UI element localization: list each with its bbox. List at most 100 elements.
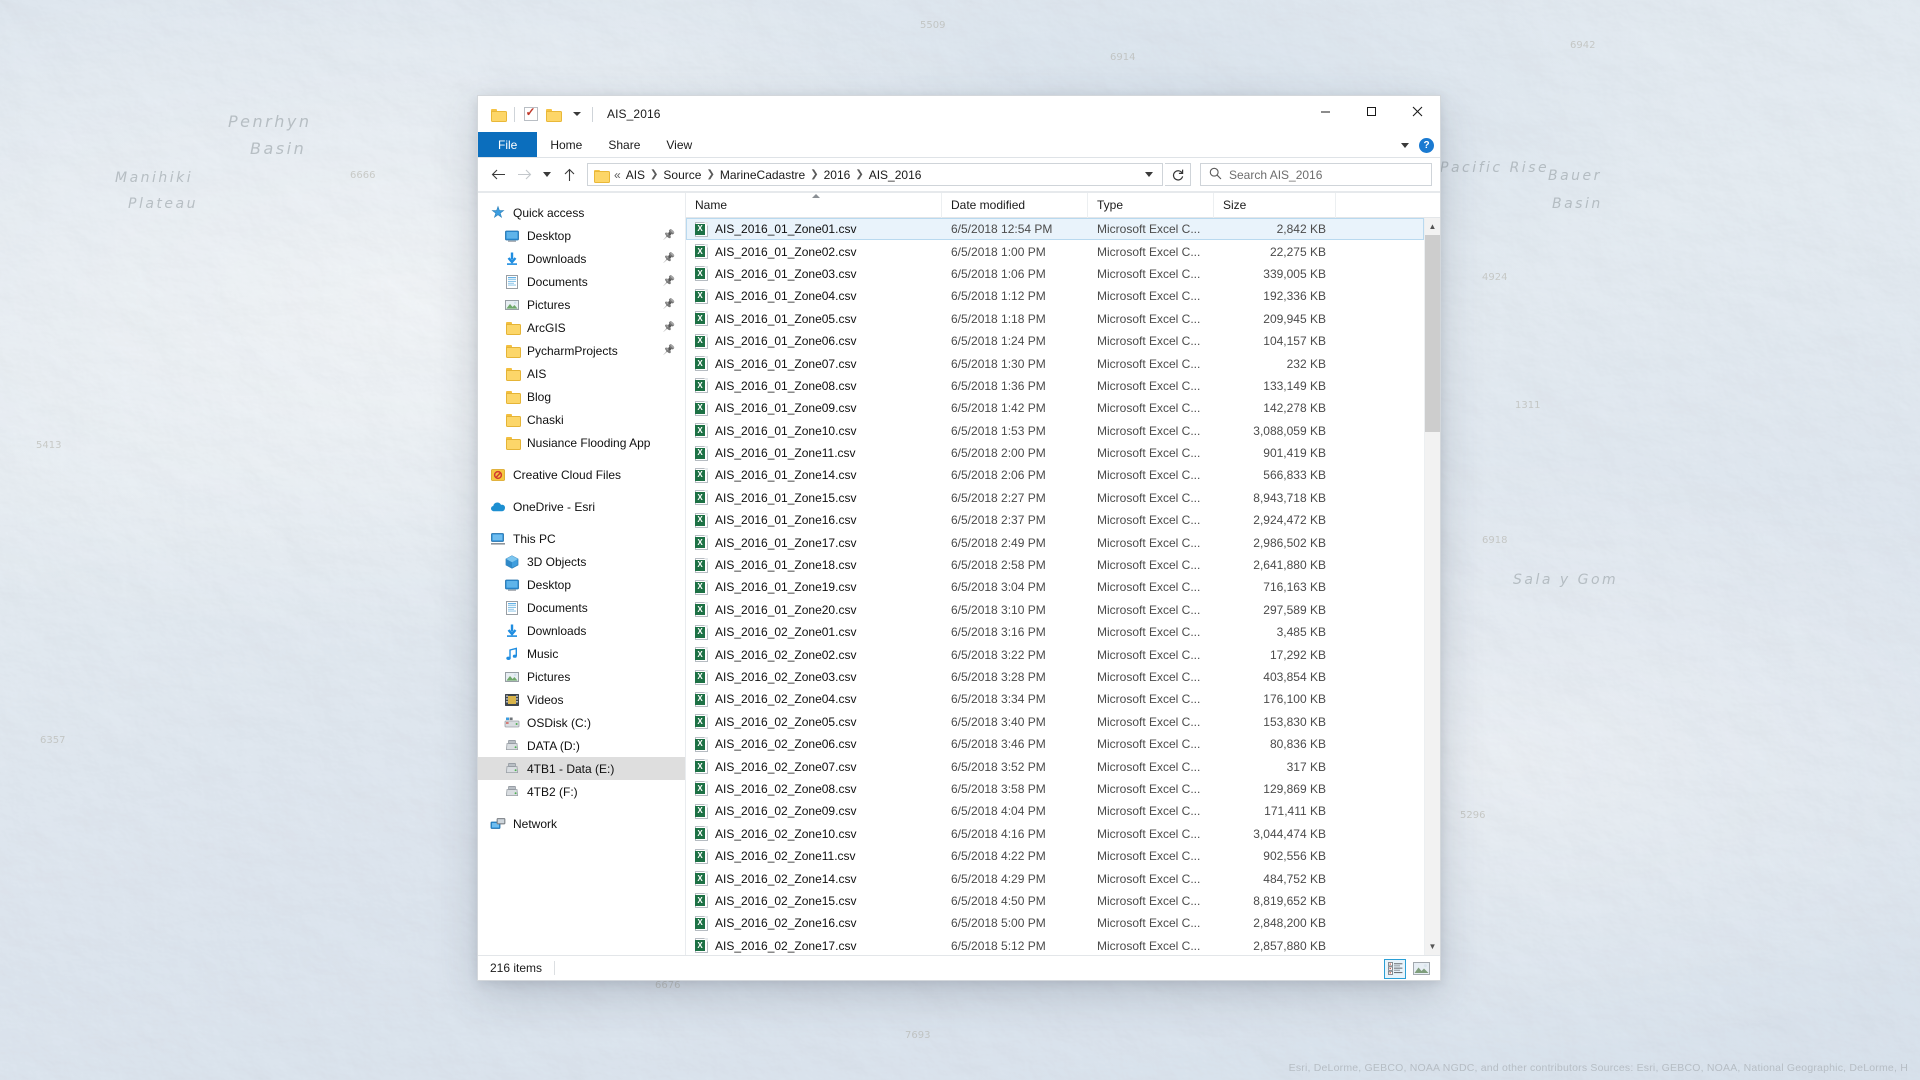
table-row[interactable]: XAIS_2016_02_Zone04.csv6/5/2018 3:34 PMM…	[686, 688, 1424, 710]
table-row[interactable]: XAIS_2016_01_Zone10.csv6/5/2018 1:53 PMM…	[686, 420, 1424, 442]
scroll-down-icon[interactable]: ▼	[1425, 938, 1440, 955]
file-name-cell[interactable]: XAIS_2016_02_Zone05.csv	[686, 714, 942, 729]
table-row[interactable]: XAIS_2016_01_Zone01.csv6/5/2018 12:54 PM…	[686, 218, 1424, 240]
table-row[interactable]: XAIS_2016_01_Zone08.csv6/5/2018 1:36 PMM…	[686, 375, 1424, 397]
table-row[interactable]: XAIS_2016_01_Zone17.csv6/5/2018 2:49 PMM…	[686, 531, 1424, 553]
sidebar-item-nusiance-flooding-app[interactable]: Nusiance Flooding App	[478, 431, 685, 454]
breadcrumb-item-ais_2016[interactable]: AIS_2016	[865, 168, 926, 182]
sidebar-item-3d-objects[interactable]: 3D Objects	[478, 550, 685, 573]
file-name-cell[interactable]: XAIS_2016_01_Zone09.csv	[686, 401, 942, 416]
file-name-cell[interactable]: XAIS_2016_02_Zone01.csv	[686, 625, 942, 640]
file-name-cell[interactable]: XAIS_2016_01_Zone14.csv	[686, 468, 942, 483]
table-row[interactable]: XAIS_2016_01_Zone20.csv6/5/2018 3:10 PMM…	[686, 599, 1424, 621]
table-row[interactable]: XAIS_2016_02_Zone10.csv6/5/2018 4:16 PMM…	[686, 823, 1424, 845]
close-icon[interactable]	[1394, 96, 1440, 126]
address-dropdown-icon[interactable]	[1138, 172, 1160, 177]
file-name-cell[interactable]: XAIS_2016_02_Zone10.csv	[686, 826, 942, 841]
table-row[interactable]: XAIS_2016_02_Zone17.csv6/5/2018 5:12 PMM…	[686, 935, 1424, 956]
table-row[interactable]: XAIS_2016_01_Zone16.csv6/5/2018 2:37 PMM…	[686, 509, 1424, 531]
scrollbar-thumb[interactable]	[1425, 235, 1440, 432]
table-row[interactable]: XAIS_2016_02_Zone07.csv6/5/2018 3:52 PMM…	[686, 755, 1424, 777]
sidebar-item-blog[interactable]: Blog	[478, 385, 685, 408]
file-name-cell[interactable]: XAIS_2016_01_Zone11.csv	[686, 446, 942, 461]
breadcrumb-separator-icon[interactable]: ❯	[649, 169, 659, 180]
tab-file[interactable]: File	[478, 132, 537, 157]
pin-icon[interactable]: 📌	[663, 230, 675, 241]
table-row[interactable]: XAIS_2016_01_Zone04.csv6/5/2018 1:12 PMM…	[686, 285, 1424, 307]
table-row[interactable]: XAIS_2016_02_Zone02.csv6/5/2018 3:22 PMM…	[686, 643, 1424, 665]
sidebar-item-chaski[interactable]: Chaski	[478, 408, 685, 431]
sidebar-item-data-d[interactable]: DATA (D:)	[478, 734, 685, 757]
sidebar-item-this-pc[interactable]: This PC	[478, 527, 685, 550]
search-input[interactable]: Search AIS_2016	[1229, 168, 1322, 182]
file-name-cell[interactable]: XAIS_2016_02_Zone11.csv	[686, 849, 942, 864]
details-view-button[interactable]	[1384, 959, 1406, 979]
file-name-cell[interactable]: XAIS_2016_01_Zone05.csv	[686, 311, 942, 326]
table-row[interactable]: XAIS_2016_02_Zone08.csv6/5/2018 3:58 PMM…	[686, 778, 1424, 800]
sidebar-item-network[interactable]: Network	[478, 812, 685, 835]
breadcrumb-separator-icon[interactable]: ❯	[854, 169, 864, 180]
sidebar-item-downloads[interactable]: Downloads📌	[478, 247, 685, 270]
file-name-cell[interactable]: XAIS_2016_01_Zone06.csv	[686, 334, 942, 349]
pin-icon[interactable]: 📌	[663, 276, 675, 287]
sidebar-item-4tb2-f[interactable]: 4TB2 (F:)	[478, 780, 685, 803]
column-header-date[interactable]: Date modified	[942, 193, 1088, 218]
sidebar-item-music[interactable]: Music	[478, 642, 685, 665]
file-name-cell[interactable]: XAIS_2016_02_Zone16.csv	[686, 916, 942, 931]
sidebar-item-4tb1-data-e[interactable]: 4TB1 - Data (E:)	[478, 757, 685, 780]
customize-caret-icon[interactable]	[565, 103, 588, 126]
pin-icon[interactable]: 📌	[663, 322, 675, 333]
column-header-name[interactable]: Name	[686, 193, 942, 218]
recent-locations-chevron-icon[interactable]	[538, 163, 555, 187]
vertical-scrollbar[interactable]: ▲ ▼	[1424, 218, 1440, 955]
file-name-cell[interactable]: XAIS_2016_02_Zone14.csv	[686, 871, 942, 886]
file-name-cell[interactable]: XAIS_2016_01_Zone18.csv	[686, 558, 942, 573]
file-name-cell[interactable]: XAIS_2016_01_Zone03.csv	[686, 266, 942, 281]
folder-icon[interactable]	[487, 103, 510, 126]
pin-icon[interactable]: 📌	[663, 253, 675, 264]
maximize-icon[interactable]	[1348, 96, 1394, 126]
breadcrumb-item-ais[interactable]: AIS	[622, 168, 649, 182]
file-name-cell[interactable]: XAIS_2016_01_Zone08.csv	[686, 378, 942, 393]
address-bar[interactable]: «AIS❯Source❯MarineCadastre❯2016❯AIS_2016	[587, 163, 1163, 186]
title-bar[interactable]: AIS_2016	[478, 96, 1440, 132]
pin-icon[interactable]: 📌	[663, 299, 675, 310]
table-row[interactable]: XAIS_2016_01_Zone03.csv6/5/2018 1:06 PMM…	[686, 263, 1424, 285]
file-name-cell[interactable]: XAIS_2016_02_Zone03.csv	[686, 670, 942, 685]
table-row[interactable]: XAIS_2016_01_Zone05.csv6/5/2018 1:18 PMM…	[686, 308, 1424, 330]
chevron-down-icon[interactable]	[1401, 143, 1409, 148]
file-name-cell[interactable]: XAIS_2016_02_Zone02.csv	[686, 647, 942, 662]
table-row[interactable]: XAIS_2016_01_Zone11.csv6/5/2018 2:00 PMM…	[686, 442, 1424, 464]
table-row[interactable]: XAIS_2016_02_Zone01.csv6/5/2018 3:16 PMM…	[686, 621, 1424, 643]
new-folder-icon[interactable]	[542, 103, 565, 126]
file-name-cell[interactable]: XAIS_2016_01_Zone17.csv	[686, 535, 942, 550]
scrollbar-track[interactable]	[1425, 235, 1440, 938]
pin-icon[interactable]: 📌	[663, 345, 675, 356]
file-name-cell[interactable]: XAIS_2016_02_Zone07.csv	[686, 759, 942, 774]
file-name-cell[interactable]: XAIS_2016_01_Zone16.csv	[686, 513, 942, 528]
file-name-cell[interactable]: XAIS_2016_01_Zone10.csv	[686, 423, 942, 438]
file-name-cell[interactable]: XAIS_2016_01_Zone02.csv	[686, 244, 942, 259]
table-row[interactable]: XAIS_2016_02_Zone11.csv6/5/2018 4:22 PMM…	[686, 845, 1424, 867]
file-name-cell[interactable]: XAIS_2016_02_Zone08.csv	[686, 781, 942, 796]
table-row[interactable]: XAIS_2016_01_Zone07.csv6/5/2018 1:30 PMM…	[686, 352, 1424, 374]
help-icon[interactable]: ?	[1419, 138, 1434, 153]
sidebar-item-pictures[interactable]: Pictures📌	[478, 293, 685, 316]
file-name-cell[interactable]: XAIS_2016_01_Zone15.csv	[686, 490, 942, 505]
tab-view[interactable]: View	[653, 132, 705, 157]
table-row[interactable]: XAIS_2016_02_Zone03.csv6/5/2018 3:28 PMM…	[686, 666, 1424, 688]
file-name-cell[interactable]: XAIS_2016_01_Zone04.csv	[686, 289, 942, 304]
breadcrumb-root-icon[interactable]: «	[613, 168, 622, 182]
sidebar-item-creative-cloud-files[interactable]: Creative Cloud Files	[478, 463, 685, 486]
large-icons-view-button[interactable]	[1410, 959, 1432, 979]
file-name-cell[interactable]: XAIS_2016_02_Zone06.csv	[686, 737, 942, 752]
breadcrumb-item-marinecadastre[interactable]: MarineCadastre	[716, 168, 809, 182]
sidebar-item-osdisk-c[interactable]: OSDisk (C:)	[478, 711, 685, 734]
sidebar-item-arcgis[interactable]: ArcGIS📌	[478, 316, 685, 339]
table-row[interactable]: XAIS_2016_02_Zone16.csv6/5/2018 5:00 PMM…	[686, 912, 1424, 934]
sidebar-item-desktop[interactable]: Desktop	[478, 573, 685, 596]
file-name-cell[interactable]: XAIS_2016_02_Zone09.csv	[686, 804, 942, 819]
breadcrumb-separator-icon[interactable]: ❯	[809, 169, 819, 180]
table-row[interactable]: XAIS_2016_02_Zone09.csv6/5/2018 4:04 PMM…	[686, 800, 1424, 822]
file-name-cell[interactable]: XAIS_2016_02_Zone04.csv	[686, 692, 942, 707]
